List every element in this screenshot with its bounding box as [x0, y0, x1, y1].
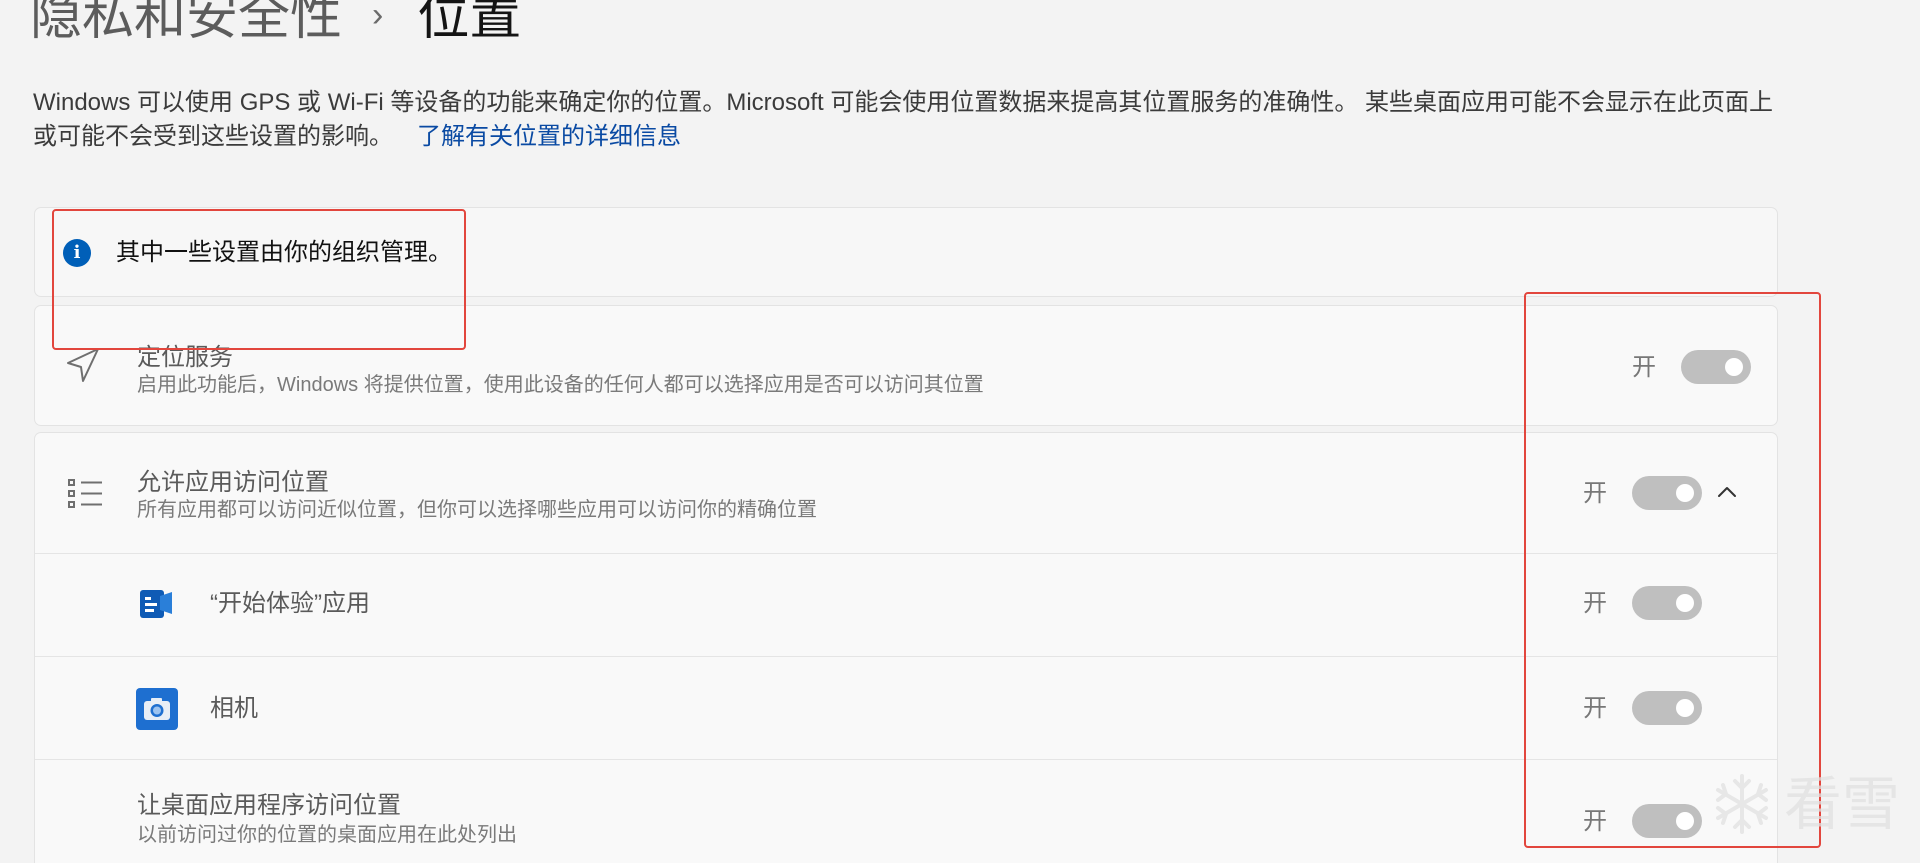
info-banner-text: 其中一些设置由你的组织管理。 [116, 239, 452, 266]
learn-more-link[interactable]: 了解有关位置的详细信息 [417, 123, 681, 150]
chevron-up-icon[interactable] [1712, 477, 1742, 507]
location-service-toggle[interactable] [1681, 350, 1751, 384]
camera-app-name: 相机 [210, 695, 258, 722]
watermark-text: 看雪 [1784, 770, 1901, 838]
breadcrumb-parent[interactable]: 隐私和安全性 [30, 0, 342, 43]
desktop-apps-toggle[interactable] [1632, 804, 1702, 838]
app-access-toggle[interactable] [1632, 476, 1702, 510]
get-started-app-name: “开始体验”应用 [210, 590, 370, 617]
location-service-title: 定位服务 [137, 344, 233, 371]
get-started-app-toggle[interactable] [1632, 586, 1702, 620]
watermark: 看雪 [1710, 772, 1900, 836]
desktop-apps-title: 让桌面应用程序访问位置 [137, 792, 401, 819]
location-service-state: 开 [1632, 354, 1656, 381]
app-row-camera: 相机 开 [35, 656, 1777, 759]
desktop-apps-subtitle: 以前访问过你的位置的桌面应用在此处列出 [137, 824, 517, 846]
list-icon [68, 479, 102, 508]
toggle-knob [1676, 484, 1694, 502]
breadcrumb-separator: › [372, 0, 384, 34]
page-title: 位置 [417, 0, 522, 46]
app-access-row[interactable]: 允许应用访问位置 所有应用都可以访问近似位置，但你可以选择哪些应用可以访问你的精… [35, 433, 1777, 553]
page-description: Windows 可以使用 GPS 或 Wi-Fi 等设备的功能来确定你的位置。M… [33, 86, 1793, 154]
desktop-apps-row: 让桌面应用程序访问位置 以前访问过你的位置的桌面应用在此处列出 开 [35, 759, 1777, 863]
app-access-card: 允许应用访问位置 所有应用都可以访问近似位置，但你可以选择哪些应用可以访问你的精… [34, 432, 1778, 863]
get-started-app-state: 开 [1583, 590, 1607, 617]
toggle-knob [1676, 812, 1694, 830]
managed-by-organization-banner: i 其中一些设置由你的组织管理。 [34, 207, 1778, 297]
description-text: Windows 可以使用 GPS 或 Wi-Fi 等设备的功能来确定你的位置。M… [33, 89, 1774, 150]
location-arrow-icon [67, 348, 99, 382]
app-access-subtitle: 所有应用都可以访问近似位置，但你可以选择哪些应用可以访问你的精确位置 [137, 499, 817, 521]
app-row-get-started: “开始体验”应用 开 [35, 553, 1777, 656]
snowflake-icon [1716, 774, 1768, 834]
location-service-card: 定位服务 启用此功能后，Windows 将提供位置，使用此设备的任何人都可以选择… [34, 305, 1778, 426]
location-settings-page: 隐私和安全性 › 位置 Windows 可以使用 GPS 或 Wi-Fi 等设备… [0, 0, 1920, 863]
camera-app-state: 开 [1583, 695, 1607, 722]
toggle-knob [1676, 594, 1694, 612]
toggle-knob [1676, 699, 1694, 717]
get-started-app-icon [140, 590, 172, 618]
info-icon: i [63, 239, 91, 267]
breadcrumb: 隐私和安全性 › 位置 [30, 0, 521, 52]
camera-app-icon [136, 688, 178, 730]
app-access-title: 允许应用访问位置 [137, 469, 329, 496]
app-access-state: 开 [1583, 480, 1607, 507]
toggle-knob [1725, 358, 1743, 376]
desktop-apps-state: 开 [1583, 808, 1607, 835]
camera-app-toggle[interactable] [1632, 691, 1702, 725]
location-service-subtitle: 启用此功能后，Windows 将提供位置，使用此设备的任何人都可以选择应用是否可… [137, 374, 984, 396]
